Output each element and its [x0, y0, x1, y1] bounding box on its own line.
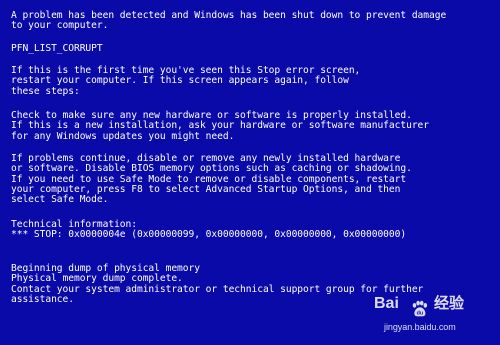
svg-text:du: du: [417, 310, 423, 316]
bsod-screen: A problem has been detected and Windows …: [0, 0, 500, 345]
bsod-technical-info: Technical information: *** STOP: 0x00000…: [11, 219, 407, 241]
bsod-first-time-text: If this is the first time you've seen th…: [11, 65, 361, 97]
bsod-dump-text: Beginning dump of physical memory Physic…: [11, 263, 424, 305]
bsod-error-code: PFN_LIST_CORRUPT: [11, 43, 103, 54]
watermark-jingyan-label: 经验: [434, 295, 464, 312]
bsod-check-text: Check to make sure any new hardware or s…: [11, 110, 429, 142]
baidu-jingyan-watermark: Bai du 经验 jingyan.baidu.com: [374, 295, 492, 339]
bsod-problems-continue-text: If problems continue, disable or remove …: [11, 153, 412, 206]
bsod-intro-text: A problem has been detected and Windows …: [11, 10, 447, 32]
watermark-logo-text: Bai: [374, 295, 399, 312]
watermark-url: jingyan.baidu.com: [384, 322, 456, 332]
baidu-paw-icon: du: [412, 300, 428, 316]
